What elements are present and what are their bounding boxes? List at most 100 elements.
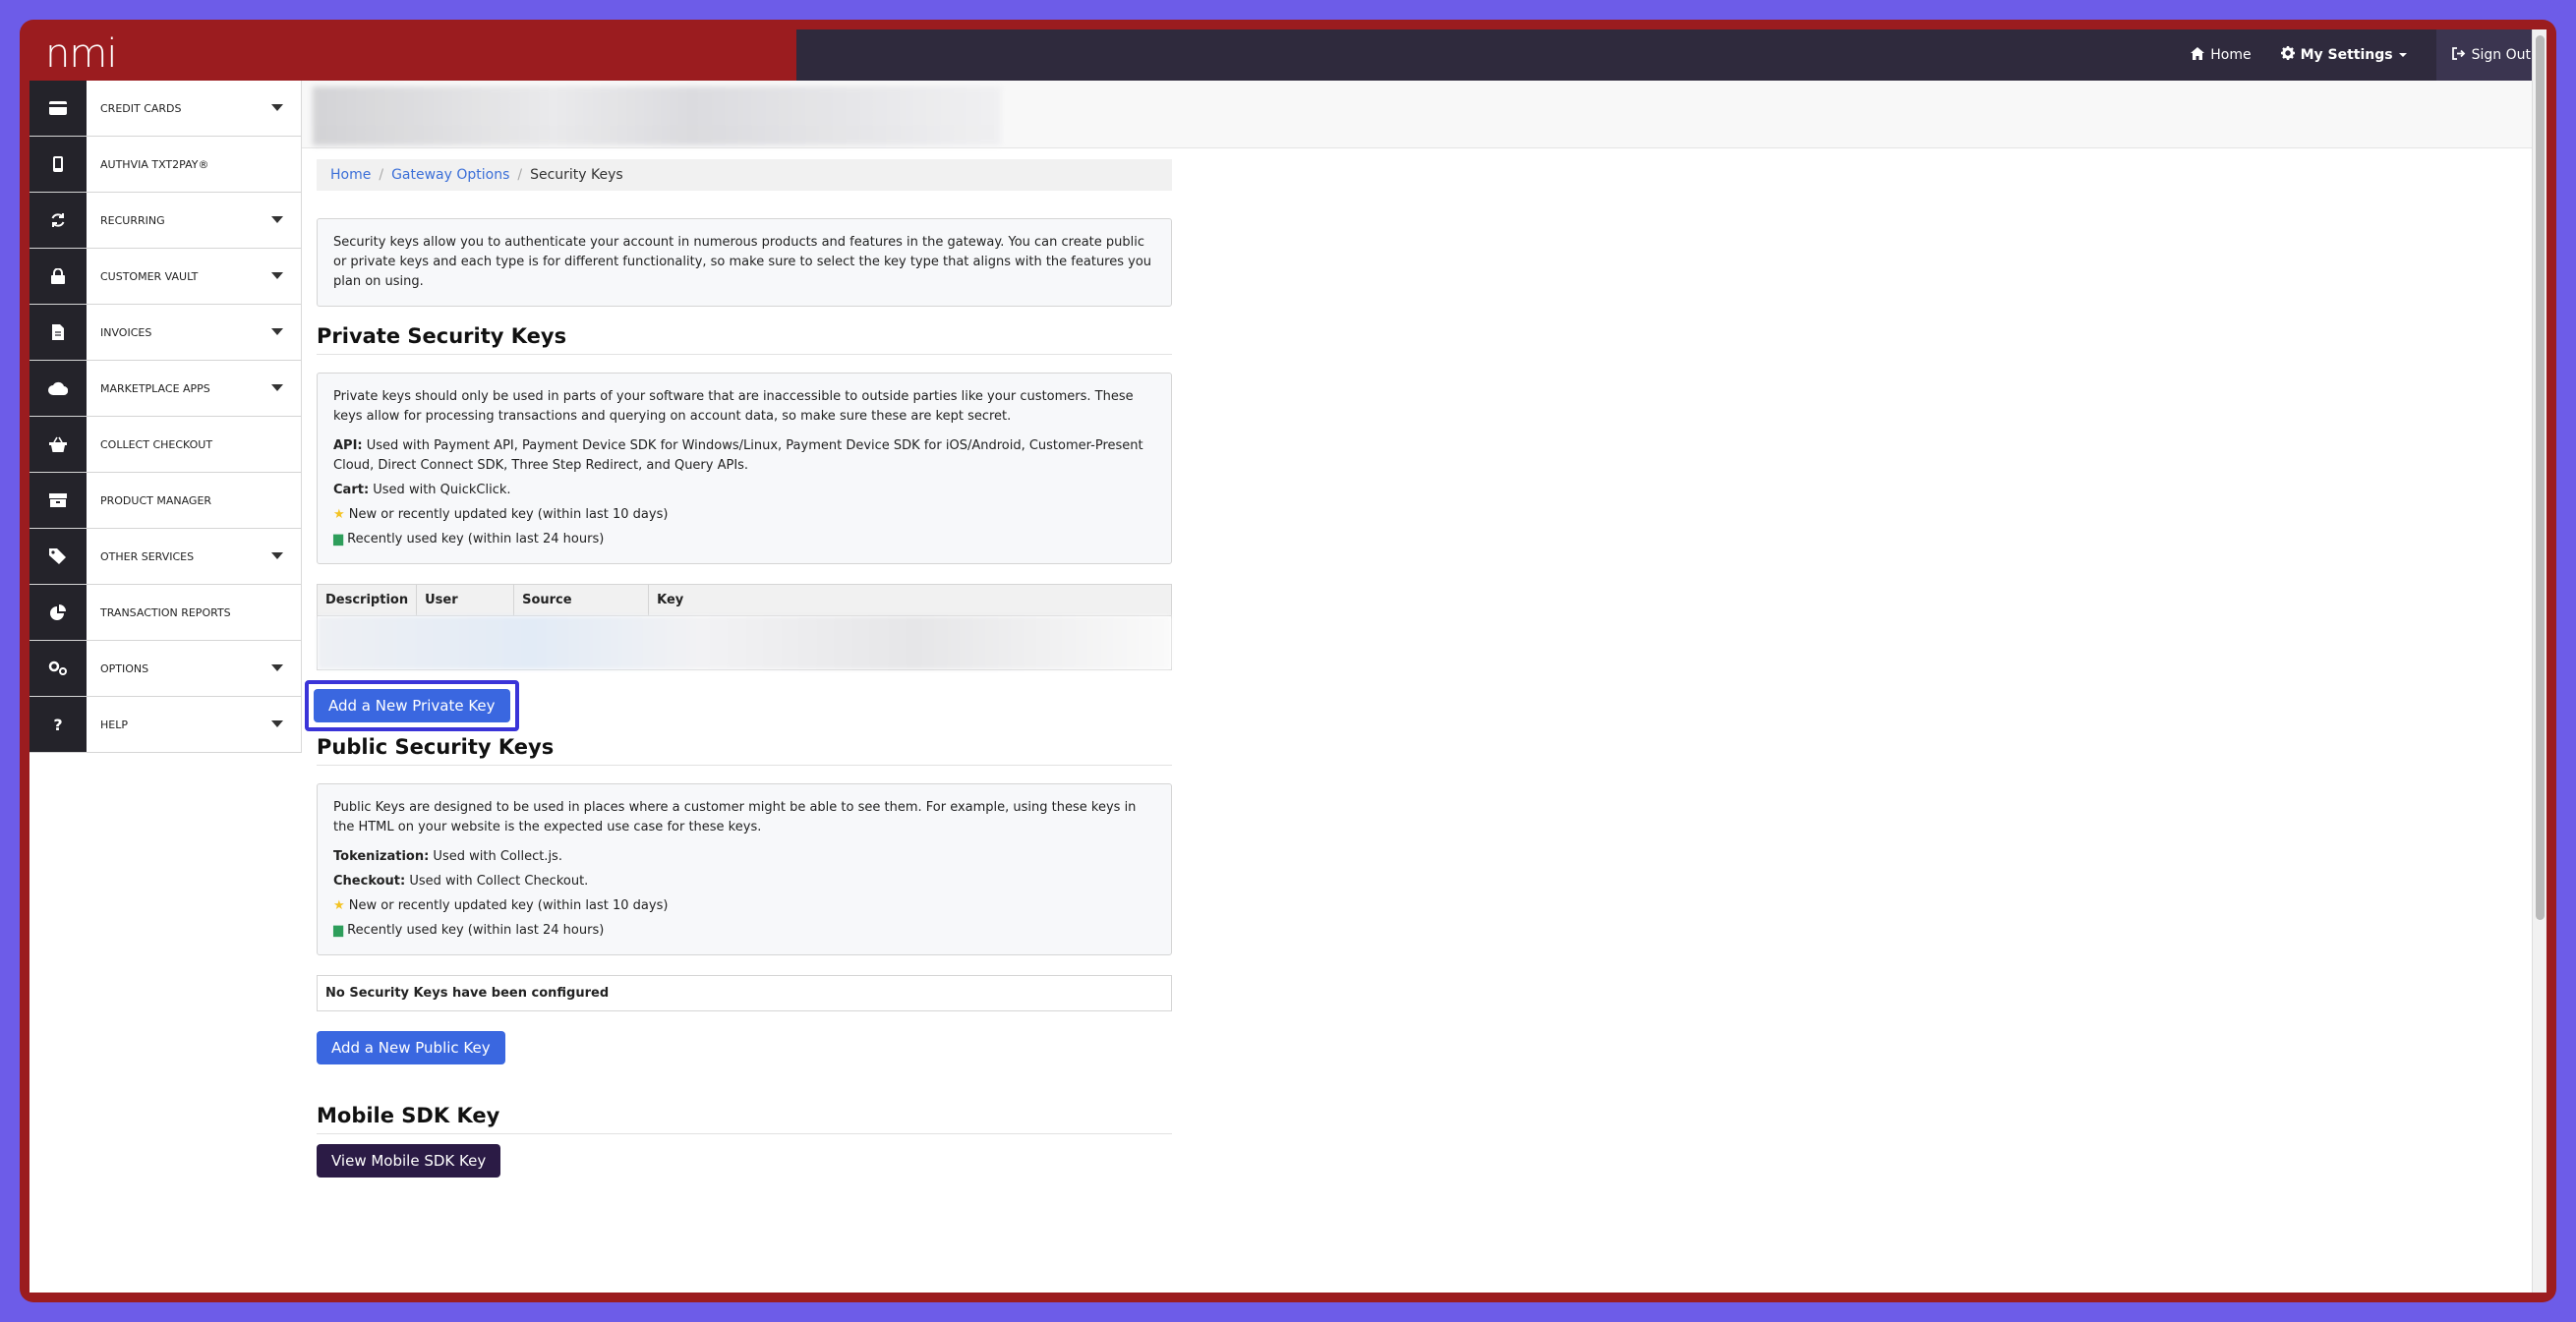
breadcrumb-separator: / [517,167,523,183]
private-keys-table: Description User Source Key [316,584,1172,670]
chevron-down-icon [271,552,283,559]
redacted-key-row [317,615,1172,670]
sidebar-item-label: OPTIONS [100,661,149,675]
add-public-key-button[interactable]: Add a New Public Key [317,1031,505,1064]
cart-usage-line: Cart: Used with QuickClick. [333,481,1155,500]
sidebar-item-options[interactable]: OPTIONS [29,641,301,697]
chevron-down-icon [271,384,283,391]
top-nav-sign-out[interactable]: Sign Out [2435,29,2547,81]
public-keys-empty-state: No Security Keys have been configured [317,975,1172,1011]
tokenization-usage-text: Used with Collect.js. [429,849,562,864]
sidebar-item-product-manager[interactable]: PRODUCT MANAGER [29,473,301,529]
top-bar: nmi Home My Settings Sign Out [29,29,2547,81]
sidebar-item-marketplace-apps[interactable]: MARKETPLACE APPS [29,361,301,417]
column-header-description[interactable]: Description [316,584,418,616]
legend-used-text: Recently used key (within last 24 hours) [347,532,605,546]
sidebar-item-transaction-reports[interactable]: TRANSACTION REPORTS [29,585,301,641]
checkout-usage-text: Used with Collect Checkout. [405,874,589,889]
breadcrumb: Home / Gateway Options / Security Keys [317,159,1172,191]
sidebar-item-authvia[interactable]: AUTHVIA TXT2PAY® [29,137,301,193]
star-icon: ★ [333,898,345,913]
chevron-down-icon [271,272,283,279]
legend-used-key: ▆ Recently used key (within last 24 hour… [333,921,1155,941]
breadcrumb-home-link[interactable]: Home [330,167,371,183]
top-nav: Home My Settings Sign Out [2191,29,2547,81]
breadcrumb-separator: / [379,167,384,183]
pie-chart-icon [29,585,87,640]
question-icon: ? [29,697,87,752]
mobile-phone-icon [29,137,87,192]
sidebar-item-label: RECURRING [100,213,165,227]
tokenization-usage-line: Tokenization: Used with Collect.js. [333,847,1155,867]
chevron-down-icon [271,328,283,335]
chevron-down-icon [271,104,283,111]
sidebar-item-label: CREDIT CARDS [100,101,182,115]
sidebar-item-help[interactable]: ? HELP [29,697,301,753]
sidebar-item-other-services[interactable]: OTHER SERVICES [29,529,301,585]
private-keys-info-panel: Private keys should only be used in part… [317,373,1172,564]
sidebar-item-label: PRODUCT MANAGER [100,493,212,507]
window-frame: nmi Home My Settings Sign Out CREDIT CAR… [20,20,2556,1302]
view-mobile-sdk-key-button[interactable]: View Mobile SDK Key [317,1144,501,1178]
nmi-logo[interactable]: nmi [45,31,117,77]
api-usage-text: Used with Payment API, Payment Device SD… [333,438,1143,473]
legend-new-text: New or recently updated key (within last… [348,507,669,522]
breadcrumb-current: Security Keys [530,167,623,183]
chevron-down-icon [271,720,283,727]
column-header-key[interactable]: Key [648,584,1172,616]
sidebar: CREDIT CARDS AUTHVIA TXT2PAY® RECURRING … [29,81,302,753]
sidebar-item-label: MARKETPLACE APPS [100,381,210,395]
add-private-key-button[interactable]: Add a New Private Key [314,689,510,722]
recently-used-icon: ▆ [333,923,343,938]
credit-card-icon [29,81,87,136]
brand-area: nmi [29,29,796,81]
legend-new-key: ★ New or recently updated key (within la… [333,896,1155,916]
public-keys-heading: Public Security Keys [317,735,1172,766]
sidebar-item-label: INVOICES [100,325,152,339]
table-row[interactable] [317,615,1172,670]
home-icon [2191,46,2205,64]
intro-panel: Security keys allow you to authenticate … [317,218,1172,307]
sidebar-item-label: OTHER SERVICES [100,549,195,563]
scrollbar[interactable] [2532,29,2547,1293]
column-header-user[interactable]: User [416,584,515,616]
legend-new-key: ★ New or recently updated key (within la… [333,505,1155,525]
breadcrumb-gateway-options-link[interactable]: Gateway Options [391,167,509,183]
sidebar-item-label: COLLECT CHECKOUT [100,437,213,451]
sidebar-item-label: TRANSACTION REPORTS [100,605,231,619]
cart-label: Cart: [333,483,370,497]
lock-icon [29,249,87,304]
legend-new-text: New or recently updated key (within last… [348,898,669,913]
mobile-sdk-heading: Mobile SDK Key [317,1104,1172,1134]
sidebar-item-invoices[interactable]: INVOICES [29,305,301,361]
sidebar-item-customer-vault[interactable]: CUSTOMER VAULT [29,249,301,305]
sidebar-item-collect-checkout[interactable]: COLLECT CHECKOUT [29,417,301,473]
sidebar-item-recurring[interactable]: RECURRING [29,193,301,249]
api-label: API: [333,438,363,453]
chevron-down-icon [271,664,283,671]
top-nav-home[interactable]: Home [2191,46,2252,64]
recently-used-icon: ▆ [333,532,343,546]
sidebar-item-label: AUTHVIA TXT2PAY® [100,157,209,171]
focus-highlight: Add a New Private Key [305,680,519,731]
sidebar-item-credit-cards[interactable]: CREDIT CARDS [29,81,301,137]
browser-viewport: nmi Home My Settings Sign Out CREDIT CAR… [29,29,2547,1293]
top-nav-my-settings[interactable]: My Settings [2280,46,2407,64]
redacted-merchant-info [313,86,1001,145]
scrollbar-thumb[interactable] [2536,35,2545,920]
cart-usage-text: Used with QuickClick. [369,483,511,497]
document-icon [29,305,87,360]
tags-icon [29,529,87,584]
column-header-source[interactable]: Source [513,584,650,616]
star-icon: ★ [333,507,345,522]
sidebar-item-label: HELP [100,718,128,731]
tokenization-label: Tokenization: [333,849,430,864]
main-content: Home / Gateway Options / Security Keys S… [305,159,1172,1178]
sign-out-label: Sign Out [2471,47,2531,63]
cogs-icon [29,641,87,696]
api-usage-line: API: Used with Payment API, Payment Devi… [333,436,1155,476]
chevron-down-icon [271,216,283,223]
sidebar-item-label: CUSTOMER VAULT [100,269,199,283]
boxes-icon [29,473,87,528]
intro-text: Security keys allow you to authenticate … [333,235,1152,289]
